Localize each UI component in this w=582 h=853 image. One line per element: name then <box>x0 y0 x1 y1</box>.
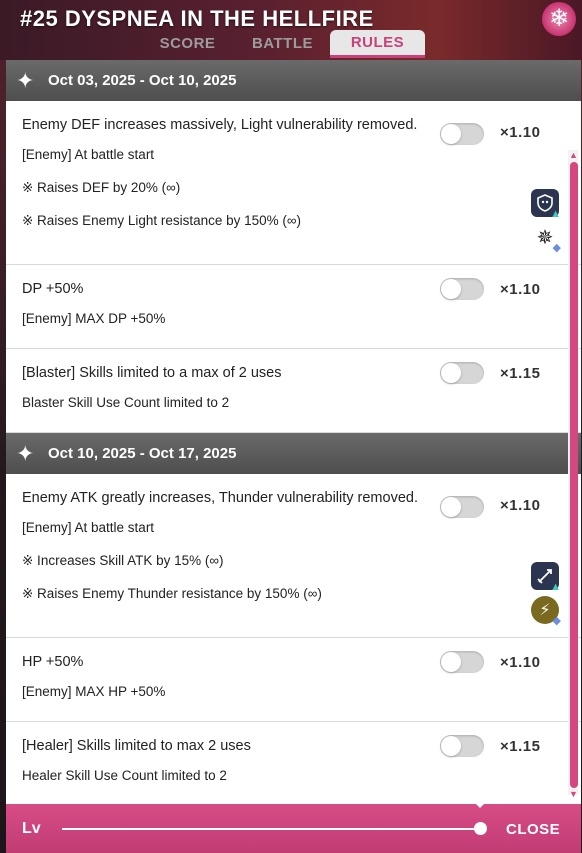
tab-rules[interactable]: RULES <box>330 30 425 58</box>
rule-title: HP +50% <box>22 654 84 670</box>
rule-detail: [Enemy] MAX HP +50% <box>22 684 166 699</box>
page-title: #25 DYSPNEA IN THE HELLFIRE <box>20 6 374 31</box>
rule-title: [Blaster] Skills limited to a max of 2 u… <box>22 365 282 381</box>
thunder-resist-icon: ⚡ ◆ <box>531 596 561 627</box>
rule-detail: ※ Raises Enemy Thunder resistance by 150… <box>22 586 322 601</box>
rule-toggle[interactable] <box>440 496 484 518</box>
level-slider-track[interactable] <box>62 828 482 830</box>
snowflake-icon: ❄ <box>542 2 576 36</box>
level-slider-knob[interactable] <box>474 822 487 835</box>
rule-multiplier: ×1.10 <box>500 281 541 298</box>
rule-toggle[interactable] <box>440 278 484 300</box>
sparkle-icon: ✦ <box>16 440 35 466</box>
rule-multiplier: ×1.10 <box>500 654 541 671</box>
rule-detail: [Enemy] At battle start <box>22 520 155 535</box>
light-resist-icon: ✵ ◆ <box>536 226 561 255</box>
rule-title: DP +50% <box>22 281 84 297</box>
rule-detail: ※ Raises Enemy Light resistance by 150% … <box>22 213 302 228</box>
rule-item: Enemy ATK greatly increases, Thunder vul… <box>6 474 581 638</box>
rule-item: HP +50% ×1.10 [Enemy] MAX HP +50% <box>6 638 581 722</box>
skill-atk-up-icon: ▲ <box>531 562 561 593</box>
section-header: ✦ Oct 03, 2025 - Oct 10, 2025 <box>6 60 581 101</box>
tab-battle[interactable]: BATTLE <box>235 30 330 58</box>
rule-title: Enemy ATK greatly increases, Thunder vul… <box>22 490 418 506</box>
rule-multiplier: ×1.15 <box>500 738 541 755</box>
section-header: ✦ Oct 10, 2025 - Oct 17, 2025 <box>6 433 581 474</box>
rule-multiplier: ×1.15 <box>500 365 541 382</box>
rule-toggle[interactable] <box>440 123 484 145</box>
scrollbar-thumb[interactable] <box>570 162 578 788</box>
footer-notch <box>468 796 492 808</box>
rule-detail: ※ Increases Skill ATK by 15% (∞) <box>22 553 224 568</box>
def-up-icon: ▲ <box>531 189 561 220</box>
rules-panel[interactable]: ✦ Oct 03, 2025 - Oct 10, 2025 Enemy DEF … <box>6 60 581 804</box>
rule-multiplier: ×1.10 <box>500 497 541 514</box>
rule-toggle[interactable] <box>440 735 484 757</box>
rule-item: DP +50% ×1.10 [Enemy] MAX DP +50% <box>6 265 581 349</box>
rule-title: [Healer] Skills limited to max 2 uses <box>22 738 251 754</box>
rule-item: [Healer] Skills limited to max 2 uses ×1… <box>6 722 581 804</box>
rule-title: Enemy DEF increases massively, Light vul… <box>22 117 418 133</box>
rule-detail: [Enemy] MAX DP +50% <box>22 311 166 326</box>
close-button[interactable]: CLOSE <box>506 821 560 838</box>
section-date-range: Oct 03, 2025 - Oct 10, 2025 <box>48 72 237 89</box>
rule-toggle[interactable] <box>440 362 484 384</box>
footer-bar: Lv CLOSE <box>6 804 581 853</box>
level-label: Lv <box>22 820 41 837</box>
rule-multiplier: ×1.10 <box>500 124 541 141</box>
section-date-range: Oct 10, 2025 - Oct 17, 2025 <box>48 445 237 462</box>
rule-detail: [Enemy] At battle start <box>22 147 155 162</box>
rule-detail: ※ Raises DEF by 20% (∞) <box>22 180 181 195</box>
scroll-up-arrow-icon[interactable]: ▲ <box>569 150 578 160</box>
rule-item: Enemy DEF increases massively, Light vul… <box>6 101 581 265</box>
tab-score[interactable]: SCORE <box>140 30 235 58</box>
rule-detail: Healer Skill Use Count limited to 2 <box>22 768 227 783</box>
tab-bar: SCORE BATTLE RULES <box>140 30 425 58</box>
scroll-down-arrow-icon[interactable]: ▼ <box>569 789 578 799</box>
rule-toggle[interactable] <box>440 651 484 673</box>
header-bar: #25 DYSPNEA IN THE HELLFIRE ❄ SCORE BATT… <box>0 0 582 60</box>
sparkle-icon: ✦ <box>16 67 35 93</box>
rule-detail: Blaster Skill Use Count limited to 2 <box>22 395 230 410</box>
rule-item: [Blaster] Skills limited to a max of 2 u… <box>6 349 581 433</box>
